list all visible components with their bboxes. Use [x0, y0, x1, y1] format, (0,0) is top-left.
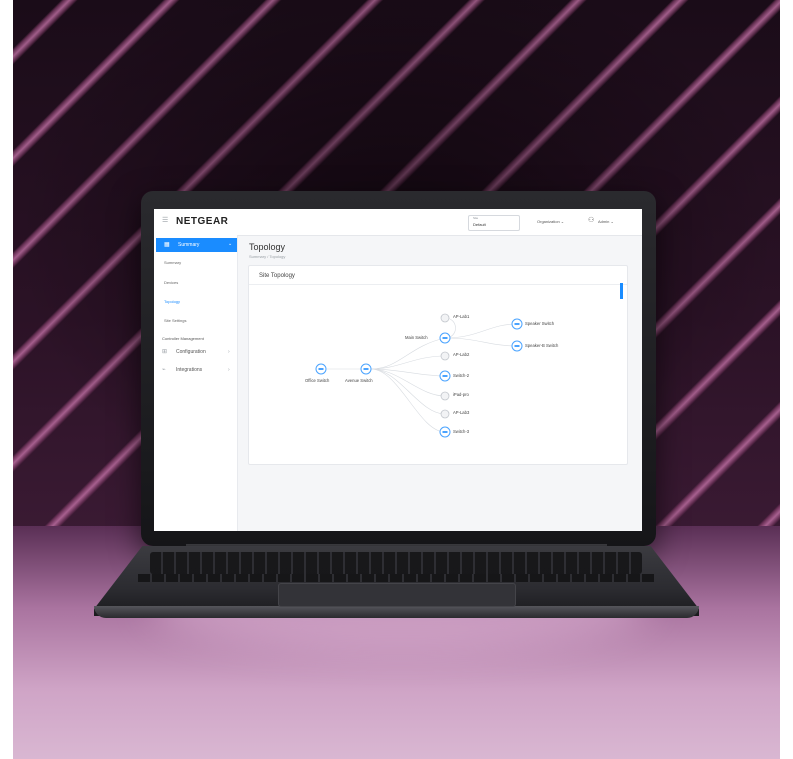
grid-icon: ▦ [164, 242, 170, 248]
node-label-ipad-pro: iPad-pro [453, 392, 469, 397]
node-label-ap-lab3: AP-Lab3 [453, 410, 470, 415]
sidebar: ▦ Summary ⌄ Summary Devices Topology Sit… [154, 235, 238, 531]
keyboard [150, 552, 642, 574]
node-label-avenue-switch: Avenue Switch [345, 378, 373, 383]
topology-graph [327, 317, 518, 433]
plug-icon: ⌁ [162, 367, 166, 373]
section-controller-management[interactable]: Controller Management [162, 336, 204, 341]
chevron-right-icon: › [228, 367, 230, 373]
site-select-value: Default [473, 222, 486, 227]
laptop-base-edge [94, 606, 699, 618]
page-title: Topology [249, 242, 286, 252]
site-select-label: Site [473, 216, 479, 220]
subnav-topology[interactable]: Topology [164, 299, 180, 304]
sidebar-item-label: Configuration [176, 349, 206, 355]
node-ipad-pro-icon[interactable] [440, 391, 450, 401]
node-avenue-switch-icon[interactable] [360, 363, 372, 375]
subnav-devices[interactable]: Devices [164, 280, 178, 285]
node-main-switch-icon[interactable] [439, 332, 451, 344]
node-office-switch-icon[interactable] [315, 363, 327, 375]
link-avenue-ipad [370, 368, 446, 397]
netgear-logo: NETGEAR [176, 216, 229, 227]
link-main-speaker [444, 323, 518, 339]
node-ap-lab3-icon[interactable] [440, 409, 450, 419]
keyboard-row [138, 574, 654, 582]
node-label-switch-2: Switch-2 [453, 373, 470, 378]
node-label-switch-3: Switch-3 [453, 429, 470, 434]
link-main-speakerb [444, 337, 518, 347]
frame-right [780, 0, 793, 759]
node-speaker-b-switch-icon[interactable] [511, 340, 523, 352]
node-label-ap-lab2: AP-Lab2 [453, 352, 470, 357]
node-ap-lab2-icon[interactable] [440, 351, 450, 361]
trackpad [278, 583, 516, 607]
node-switch-2-icon[interactable] [439, 370, 451, 382]
hamburger-icon[interactable]: ☰ [162, 217, 169, 224]
subnav-site-settings[interactable]: Site Settings [164, 318, 186, 323]
sidebar-item-label: Summary [178, 242, 200, 248]
breadcrumb: Summary / Topology [249, 254, 286, 259]
node-label-office-switch: Office Switch [305, 378, 330, 383]
laptop-screen: ☰ NETGEAR Site Default Organization ⌄ ⚇ … [154, 209, 642, 531]
link-avenue-aplab2 [370, 355, 446, 370]
node-label-main-switch: Main Switch [405, 335, 428, 340]
subnav-summary[interactable]: Summary [164, 260, 181, 265]
sidebar-item-summary[interactable]: ▦ Summary ⌄ [156, 238, 237, 252]
app-header: ☰ NETGEAR Site Default Organization ⌄ ⚇ … [154, 209, 642, 236]
node-label-ap-lab1: AP-Lab1 [453, 314, 470, 319]
link-avenue-switch3 [370, 368, 446, 433]
organization-menu[interactable]: Organization ⌄ [537, 219, 564, 224]
user-menu[interactable]: Admin ⌄ [598, 219, 614, 224]
node-ap-lab1-icon[interactable] [440, 313, 450, 323]
chevron-down-icon: ⌄ [228, 241, 233, 247]
site-select[interactable]: Site Default [468, 215, 520, 231]
link-avenue-main [370, 337, 446, 370]
user-icon[interactable]: ⚇ [588, 216, 594, 224]
photo-scene: ☰ NETGEAR Site Default Organization ⌄ ⚇ … [0, 0, 793, 759]
chevron-right-icon: › [228, 349, 230, 355]
node-label-speaker-switch: Speaker Switch [525, 321, 555, 326]
sidebar-item-label: Integrations [176, 367, 203, 373]
site-topology-card: Site Topology Office Switch Avenue Switc… [248, 265, 628, 465]
node-switch-3-icon[interactable] [439, 426, 451, 438]
node-speaker-switch-icon[interactable] [511, 318, 523, 330]
node-label-speaker-b-switch: Speaker-B Switch [525, 343, 559, 348]
sliders-icon: ⊞ [162, 349, 168, 355]
frame-left [0, 0, 13, 759]
